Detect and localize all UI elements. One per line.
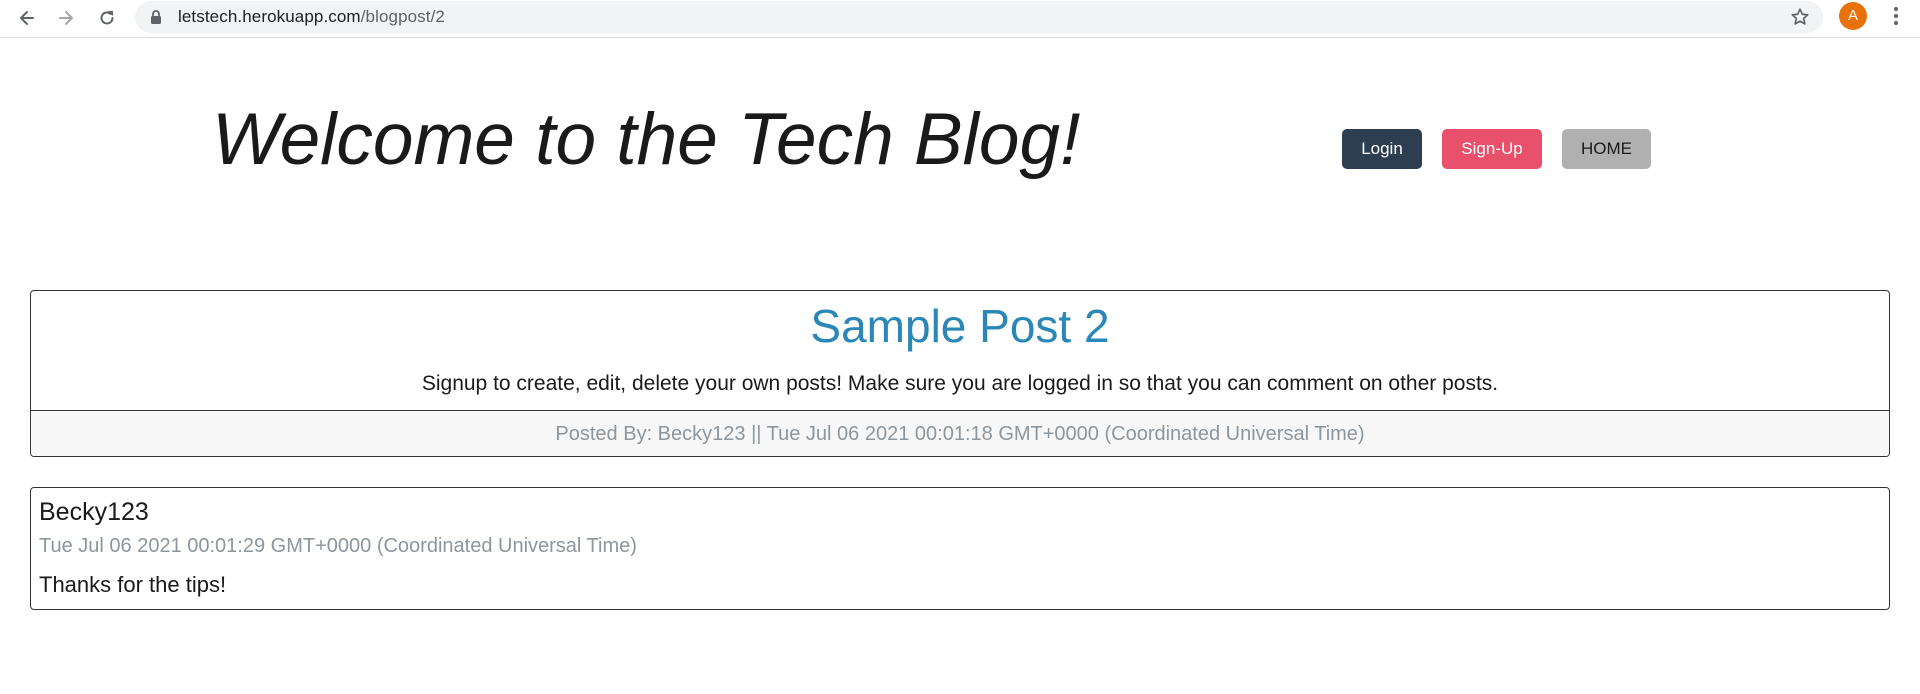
post-body: Sample Post 2 Signup to create, edit, de… bbox=[31, 291, 1889, 410]
profile-avatar[interactable]: A bbox=[1839, 2, 1867, 30]
star-icon[interactable] bbox=[1789, 6, 1811, 28]
post-footer: Posted By: Becky123 || Tue Jul 06 2021 0… bbox=[31, 410, 1889, 456]
home-button[interactable]: HOME bbox=[1562, 129, 1651, 169]
back-arrow-icon[interactable] bbox=[12, 3, 42, 33]
post-content: Signup to create, edit, delete your own … bbox=[421, 372, 1499, 395]
comment-username: Becky123 bbox=[39, 498, 149, 526]
lock-icon[interactable] bbox=[150, 9, 162, 25]
signup-button[interactable]: Sign-Up bbox=[1442, 129, 1542, 169]
page-title: Welcome to the Tech Blog! bbox=[212, 99, 1081, 180]
login-button[interactable]: Login bbox=[1342, 129, 1422, 169]
more-vert-icon[interactable] bbox=[1888, 4, 1904, 28]
address-bar[interactable]: letstech.herokuapp.com/blogpost/2 bbox=[135, 1, 1823, 33]
post-card: Sample Post 2 Signup to create, edit, de… bbox=[30, 290, 1890, 457]
url-host: letstech.herokuapp.com bbox=[178, 7, 361, 26]
comment-card: Becky123 Tue Jul 06 2021 00:01:29 GMT+00… bbox=[30, 487, 1890, 610]
post-title: Sample Post 2 bbox=[810, 300, 1110, 352]
comment-date: Tue Jul 06 2021 00:01:29 GMT+0000 (Coord… bbox=[39, 535, 637, 557]
url-path: /blogpost/2 bbox=[360, 7, 445, 26]
reload-icon[interactable] bbox=[92, 3, 122, 33]
comment-text: Thanks for the tips! bbox=[39, 572, 227, 597]
browser-toolbar: letstech.herokuapp.com/blogpost/2 A bbox=[0, 0, 1920, 38]
url-text[interactable]: letstech.herokuapp.com/blogpost/2 bbox=[178, 8, 445, 26]
forward-arrow-icon[interactable] bbox=[51, 3, 81, 33]
